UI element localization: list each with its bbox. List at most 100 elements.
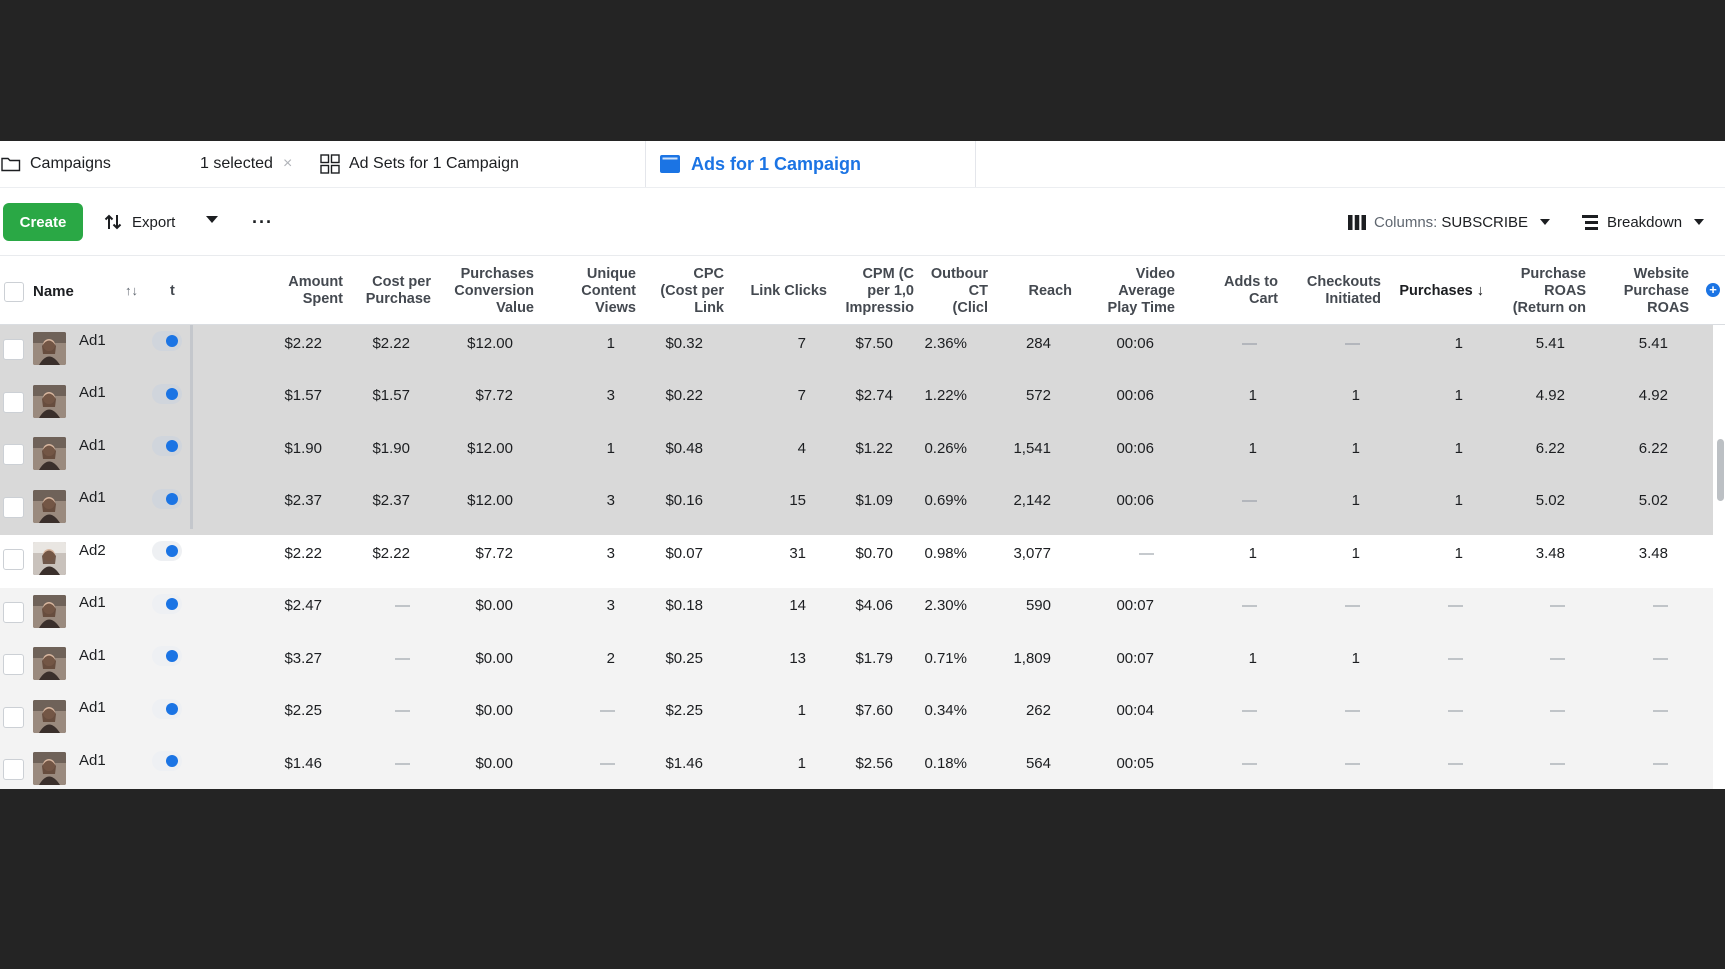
- table-row[interactable]: Ad2 $2.22 $2.22 $7.72 3 $0.07 31 $0.70 0.98% 3,07…: [0, 535, 1713, 588]
- ad-name[interactable]: Ad1: [79, 640, 106, 670]
- ad-name[interactable]: Ad1: [79, 745, 106, 775]
- tab-ads[interactable]: Ads for 1 Campaign: [646, 141, 976, 187]
- column-header-link-clicks[interactable]: Link Clicks: [724, 256, 827, 326]
- row-checkbox[interactable]: [3, 549, 24, 570]
- export-label: Export: [132, 213, 176, 231]
- ad-thumbnail[interactable]: [33, 542, 66, 575]
- table-row[interactable]: Ad1 $2.22 $2.22 $12.00 1 $0.32 7 $7.50 2.36% 284 0…: [0, 325, 1713, 378]
- cell-website-purchase-roas: 4.92: [1638, 387, 1668, 404]
- ad-name[interactable]: Ad1: [79, 325, 106, 355]
- columns-value: SUBSCRIBE: [1441, 213, 1529, 231]
- ad-thumbnail[interactable]: [33, 489, 66, 523]
- table-row[interactable]: Ad1 $3.27— $0.00 2 $0.25 13 $1.79 0.71% 1,809 00:…: [0, 640, 1713, 693]
- ad-thumbnail[interactable]: [33, 437, 66, 470]
- row-checkbox[interactable]: [3, 601, 24, 623]
- column-header-purchases[interactable]: Purchases ↓: [1381, 256, 1484, 326]
- breakdown-icon: [1582, 214, 1598, 230]
- cell-website-purchase-roas: 3.48: [1638, 544, 1668, 562]
- ads-table: Name ↑↓ t Amount Spent Cost per Purchase…: [0, 255, 1725, 789]
- column-header-truncated[interactable]: t: [170, 256, 196, 326]
- row-checkbox[interactable]: [3, 444, 24, 465]
- grid-icon: [320, 154, 340, 174]
- column-header-purchase-roas[interactable]: Purchase ROAS (Return on: [1484, 256, 1586, 326]
- column-header-checkouts-initiated[interactable]: Checkouts Initiated: [1278, 256, 1381, 326]
- ad-thumbnail[interactable]: [33, 647, 66, 680]
- ad-thumbnail[interactable]: [33, 332, 66, 365]
- table-header: Name ↑↓ t Amount Spent Cost per Purchase…: [0, 255, 1725, 325]
- columns-icon: [1348, 214, 1366, 230]
- frozen-column-divider: [190, 325, 193, 529]
- selection-count: 1 selected: [200, 155, 273, 172]
- ad-name[interactable]: Ad1: [79, 588, 106, 618]
- cell-website-purchase-roas: 5.02: [1638, 492, 1668, 509]
- ad-name[interactable]: Ad1: [79, 483, 106, 513]
- create-button[interactable]: Create: [3, 203, 83, 241]
- breakdown-selector[interactable]: Breakdown: [1582, 203, 1705, 241]
- row-checkbox[interactable]: [3, 339, 24, 360]
- row-checkbox[interactable]: [3, 654, 24, 675]
- chevron-down-icon: [1540, 219, 1551, 225]
- sort-icon[interactable]: ↑↓: [125, 283, 138, 298]
- table-row[interactable]: Ad1 $1.57 $1.57 $7.72 3 $0.22 7 $2.74 1.22% 572 00…: [0, 377, 1713, 430]
- column-header-video-average-play-time[interactable]: Video Average Play Time: [1072, 256, 1175, 326]
- more-options-button[interactable]: ···: [252, 203, 273, 241]
- row-checkbox[interactable]: [3, 706, 24, 728]
- export-dropdown-caret-icon[interactable]: [206, 216, 218, 223]
- clear-selection-icon[interactable]: ×: [283, 155, 292, 173]
- ad-name[interactable]: Ad2: [79, 535, 106, 565]
- table-row[interactable]: Ad1 $1.46— $0.00— $1.46 1 $2.56 0.18% 564 00:05—…: [0, 745, 1713, 789]
- tab-campaigns-label: Campaigns: [30, 155, 111, 172]
- ad-thumbnail[interactable]: [33, 594, 66, 628]
- table-row[interactable]: Ad1 $2.47— $0.00 3 $0.18 14 $4.06 2.30% 590 00:07…: [0, 587, 1713, 640]
- column-header-cost-per-purchase[interactable]: Cost per Purchase: [343, 256, 431, 326]
- breakdown-label: Breakdown: [1607, 213, 1683, 231]
- cell-website-purchase-roas: —: [1653, 597, 1668, 614]
- columns-selector[interactable]: Columns: SUBSCRIBE: [1348, 203, 1551, 241]
- row-checkbox[interactable]: [3, 496, 24, 518]
- cell-website-purchase-roas: —: [1653, 754, 1668, 772]
- ad-thumbnail[interactable]: [33, 699, 66, 733]
- export-icon: [104, 214, 122, 230]
- row-checkbox[interactable]: [3, 391, 24, 413]
- tab-ad-sets-label: Ad Sets for 1 Campaign: [349, 155, 519, 172]
- vertical-scrollbar[interactable]: [1717, 439, 1724, 501]
- chevron-down-icon: [1694, 219, 1705, 225]
- tab-campaigns[interactable]: Campaigns: [0, 141, 190, 187]
- column-header-outbound-ctr[interactable]: Outbour CT (Clicl: [914, 256, 988, 326]
- ad-icon: [660, 155, 680, 173]
- column-header-unique-content-views[interactable]: Unique Content Views: [534, 256, 636, 326]
- row-checkbox[interactable]: [3, 759, 24, 780]
- table-row[interactable]: Ad1 $1.90 $1.90 $12.00 1 $0.48 4 $1.22 0.26% 1,54…: [0, 430, 1713, 483]
- columns-label: Columns:: [1374, 213, 1438, 231]
- table-row[interactable]: Ad1 $2.37 $2.37 $12.00 3 $0.16 15 $1.09 0.69% 2,1…: [0, 482, 1713, 535]
- cell-website-purchase-roas: 6.22: [1638, 439, 1668, 457]
- export-button[interactable]: Export: [104, 203, 175, 241]
- add-column-icon[interactable]: +: [1706, 283, 1720, 297]
- ad-name[interactable]: Ad1: [79, 693, 106, 723]
- toolbar: Create Export ··· Columns: SUBSCRIBE Bre…: [0, 188, 1725, 248]
- table-row[interactable]: Ad1 $2.25— $0.00— $2.25 1 $7.60 0.34% 262 00:04—…: [0, 692, 1713, 745]
- level-tabs: Campaigns 1 selected × Ad Sets for 1 Cam…: [0, 141, 1725, 187]
- column-header-cpm[interactable]: CPM (C per 1,0 Impressio: [827, 256, 915, 326]
- ad-thumbnail[interactable]: [33, 752, 66, 785]
- tab-divider: [975, 141, 976, 187]
- ads-manager: Campaigns 1 selected × Ad Sets for 1 Cam…: [0, 141, 1725, 789]
- column-header-reach[interactable]: Reach: [988, 256, 1072, 326]
- folder-icon: [1, 157, 21, 172]
- column-header-cpc[interactable]: CPC (Cost per Link: [636, 256, 724, 326]
- tab-ad-sets[interactable]: Ad Sets for 1 Campaign: [320, 141, 640, 187]
- tab-ads-label: Ads for 1 Campaign: [691, 153, 862, 174]
- cell-website-purchase-roas: —: [1653, 649, 1668, 667]
- column-header-amount-spent[interactable]: Amount Spent: [243, 256, 343, 326]
- ad-name[interactable]: Ad1: [79, 430, 106, 460]
- cell-website-purchase-roas: 5.41: [1638, 334, 1668, 352]
- column-header-name[interactable]: Name: [33, 256, 113, 326]
- select-all-checkbox[interactable]: [4, 282, 24, 302]
- column-header-purchases-conversion-value[interactable]: Purchases Conversion Value: [431, 256, 534, 326]
- cell-website-purchase-roas: —: [1653, 702, 1668, 719]
- ad-thumbnail[interactable]: [33, 384, 66, 418]
- column-header-website-purchase-roas[interactable]: Website Purchase ROAS: [1586, 256, 1689, 326]
- ad-name[interactable]: Ad1: [79, 378, 106, 408]
- column-header-adds-to-cart[interactable]: Adds to Cart: [1175, 256, 1278, 326]
- selection-chip: 1 selected ×: [200, 141, 292, 187]
